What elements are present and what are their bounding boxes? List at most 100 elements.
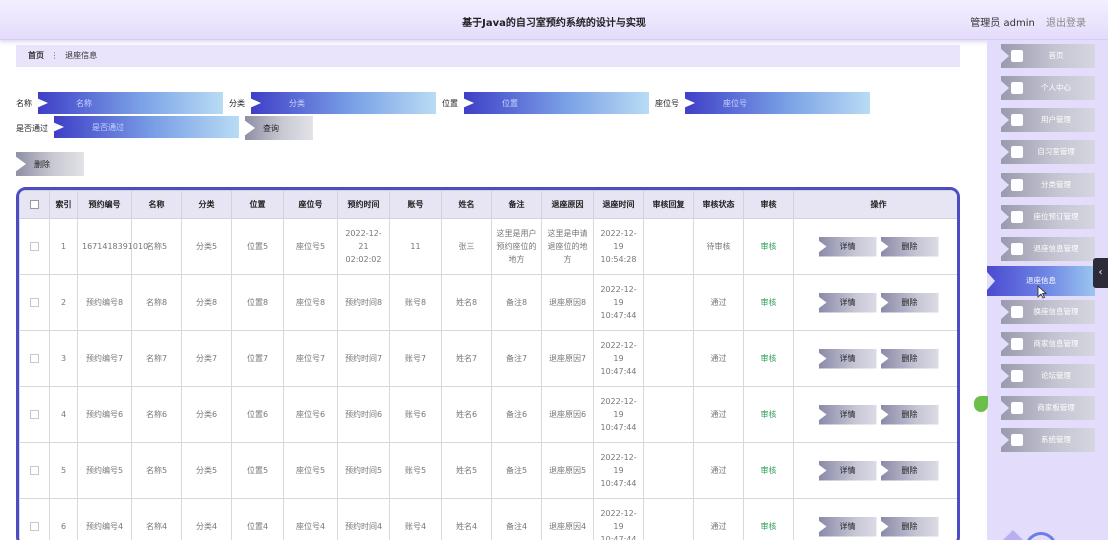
row-delete-button[interactable]: 删除 bbox=[880, 460, 939, 481]
row-checkbox[interactable] bbox=[30, 298, 39, 307]
audit-link[interactable]: 审核 bbox=[761, 298, 777, 307]
cell-status: 待审核 bbox=[693, 218, 744, 275]
cell-location: 位置5 bbox=[231, 442, 284, 499]
location-input[interactable] bbox=[464, 92, 649, 114]
detail-button[interactable]: 详情 bbox=[818, 292, 877, 313]
floating-leaf-icon[interactable] bbox=[974, 396, 988, 412]
header-select-all[interactable] bbox=[19, 190, 50, 219]
cell-account: 账号8 bbox=[389, 274, 442, 331]
row-select-cell[interactable] bbox=[19, 442, 50, 499]
cell-audit: 审核 bbox=[743, 218, 794, 275]
logout-link[interactable]: 退出登录 bbox=[1046, 18, 1086, 29]
home-icon bbox=[1011, 50, 1023, 62]
category-input[interactable] bbox=[251, 92, 436, 114]
detail-button[interactable]: 详情 bbox=[818, 516, 877, 537]
top-header: 基于Java的自习室预约系统的设计与实现 管理员 admin 退出登录 bbox=[0, 0, 1108, 40]
seat-label: 座位号 bbox=[655, 99, 679, 108]
select-all-checkbox[interactable] bbox=[30, 200, 39, 209]
name-input[interactable] bbox=[38, 92, 223, 114]
cell-location: 位置4 bbox=[231, 498, 284, 540]
sidebar-item-label: 座位预订管理 bbox=[1033, 212, 1079, 221]
cell-reply bbox=[643, 442, 694, 499]
user-role: 管理员 admin bbox=[970, 18, 1035, 29]
detail-button[interactable]: 详情 bbox=[818, 236, 877, 257]
cell-booking-no: 预约编号6 bbox=[77, 386, 132, 443]
row-select-cell[interactable] bbox=[19, 330, 50, 387]
book-icon bbox=[1011, 370, 1023, 382]
header-cell: 预约编号 bbox=[77, 190, 132, 219]
row-delete-button[interactable]: 删除 bbox=[880, 292, 939, 313]
cell-name: 名称4 bbox=[131, 498, 182, 540]
row-checkbox[interactable] bbox=[30, 466, 39, 475]
bulk-delete-button[interactable]: 删除 bbox=[16, 152, 84, 176]
row-delete-button[interactable]: 删除 bbox=[880, 404, 939, 425]
audit-link[interactable]: 审核 bbox=[761, 354, 777, 363]
cell-audit: 审核 bbox=[743, 330, 794, 387]
cell-seat: 座位号5 bbox=[283, 442, 338, 499]
sidebar-item-10[interactable]: 论坛管理 bbox=[1001, 364, 1095, 388]
cell-operations: 详情 删除 bbox=[793, 442, 957, 499]
row-checkbox[interactable] bbox=[30, 242, 39, 251]
sidebar-item-5[interactable]: 座位预订管理 bbox=[1001, 205, 1095, 229]
cell-category: 分类5 bbox=[181, 442, 232, 499]
cell-name: 名称6 bbox=[131, 386, 182, 443]
cell-index: 5 bbox=[49, 442, 78, 499]
decorative-triangle bbox=[1003, 530, 1023, 540]
sidebar-item-0[interactable]: 首页 bbox=[1001, 44, 1095, 68]
cell-cancel-time: 2022-12-19 10:54:28 bbox=[593, 218, 644, 275]
name-label: 名称 bbox=[16, 99, 32, 108]
sidebar-item-4[interactable]: 分类管理 bbox=[1001, 173, 1095, 197]
sidebar-item-label: 用户管理 bbox=[1041, 115, 1071, 124]
cell-booking-no: 1671418391010 bbox=[77, 218, 148, 275]
sidebar-item-label: 换座信息管理 bbox=[1033, 307, 1079, 316]
sidebar-item-12[interactable]: 系统管理 bbox=[1001, 428, 1095, 452]
table-row: 1 1671418391010 名称5 分类5 位置5 座位号5 2022-12-21 02… bbox=[19, 218, 957, 275]
cell-reason: 退座原因4 bbox=[541, 498, 594, 540]
cell-booking-time: 2022-12-21 02:02:02 bbox=[337, 218, 390, 275]
cell-reply bbox=[643, 218, 694, 275]
sidebar-item-11[interactable]: 商家板管理 bbox=[1001, 396, 1095, 420]
cell-index: 6 bbox=[49, 498, 78, 540]
row-select-cell[interactable] bbox=[19, 386, 50, 443]
row-delete-button[interactable]: 删除 bbox=[880, 236, 939, 257]
header-cell: 预约时间 bbox=[337, 190, 390, 219]
row-checkbox[interactable] bbox=[30, 410, 39, 419]
detail-button[interactable]: 详情 bbox=[818, 348, 877, 369]
audit-link[interactable]: 审核 bbox=[761, 466, 777, 475]
query-button[interactable]: 查询 bbox=[245, 116, 313, 140]
sidebar-item-1[interactable]: 个人中心 bbox=[1001, 76, 1095, 100]
sidebar-item-3[interactable]: 自习室管理 bbox=[1001, 140, 1095, 164]
cell-reason: 退座原因5 bbox=[541, 442, 594, 499]
seat-input[interactable] bbox=[685, 92, 870, 114]
row-checkbox[interactable] bbox=[30, 354, 39, 363]
row-select-cell[interactable] bbox=[19, 498, 50, 540]
sidebar-collapse-toggle[interactable]: ‹ bbox=[1093, 258, 1108, 288]
header-cell: 账号 bbox=[389, 190, 442, 219]
ticket-icon bbox=[1011, 306, 1023, 318]
cell-person: 姓名4 bbox=[441, 498, 492, 540]
sidebar-item-8[interactable]: 换座信息管理 bbox=[1001, 300, 1095, 324]
cell-remark: 备注6 bbox=[491, 386, 542, 443]
breadcrumb-home[interactable]: 首页 bbox=[28, 51, 44, 60]
audit-link[interactable]: 审核 bbox=[761, 522, 777, 531]
audit-link[interactable]: 审核 bbox=[761, 242, 777, 251]
row-delete-button[interactable]: 删除 bbox=[880, 516, 939, 537]
sidebar-item-6[interactable]: 退座信息管理 bbox=[1001, 237, 1095, 261]
sidebar-item-label: 自习室管理 bbox=[1037, 147, 1075, 156]
sidebar-item-9[interactable]: 商家信息管理 bbox=[1001, 332, 1095, 356]
detail-button[interactable]: 详情 bbox=[818, 460, 877, 481]
sidebar-item-2[interactable]: 用户管理 bbox=[1001, 108, 1095, 132]
cell-name: 名称8 bbox=[131, 274, 182, 331]
cell-audit: 审核 bbox=[743, 442, 794, 499]
cell-booking-no: 预约编号5 bbox=[77, 442, 132, 499]
row-delete-button[interactable]: 删除 bbox=[880, 348, 939, 369]
cell-operations: 详情 删除 bbox=[793, 274, 957, 331]
row-select-cell[interactable] bbox=[19, 218, 50, 275]
row-select-cell[interactable] bbox=[19, 274, 50, 331]
audit-link[interactable]: 审核 bbox=[761, 410, 777, 419]
cell-operations: 详情 删除 bbox=[793, 218, 957, 275]
row-checkbox[interactable] bbox=[30, 522, 39, 531]
cell-status: 通过 bbox=[693, 330, 744, 387]
detail-button[interactable]: 详情 bbox=[818, 404, 877, 425]
passed-input[interactable] bbox=[54, 116, 239, 138]
